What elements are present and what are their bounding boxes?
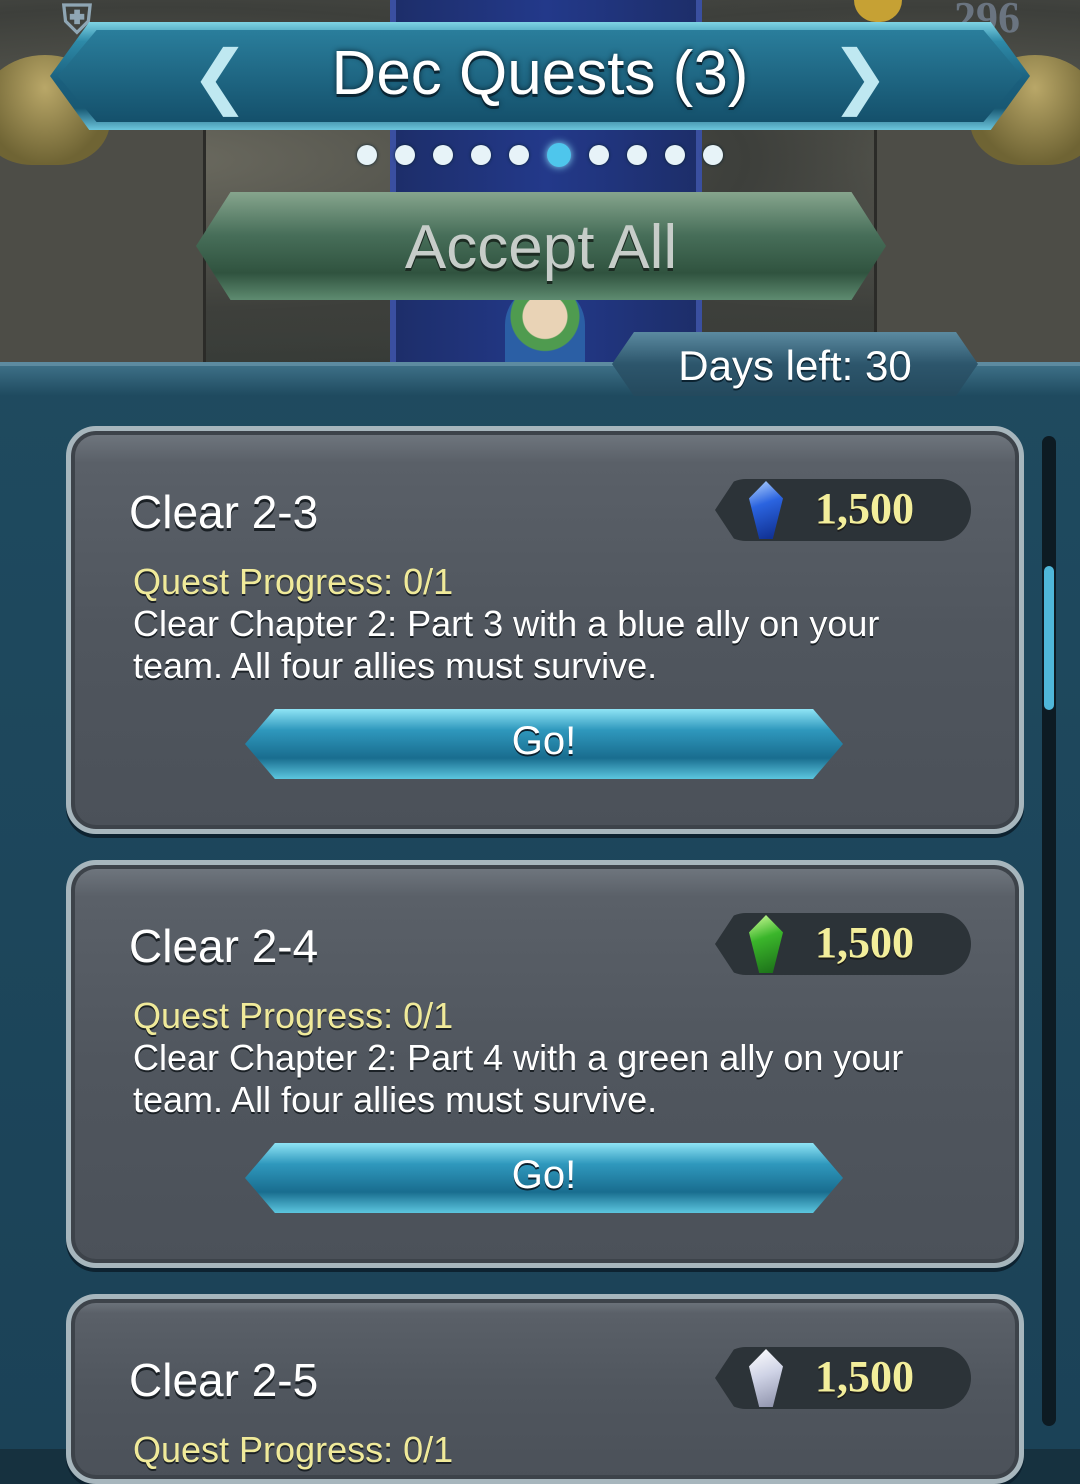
page-dot-3[interactable] [433,145,453,165]
reward-value: 1,500 [815,484,914,533]
page-dot-4[interactable] [471,145,491,165]
page-title: Dec Quests (3) [331,39,749,108]
quest-card: Clear 2-5 1,500 Quest Progress: 0/1 [66,1294,1024,1484]
page-dot-9[interactable] [665,145,685,165]
go-button[interactable] [245,1143,843,1213]
blue-orb-icon [749,481,783,539]
reward-badge: 1,500 [715,479,971,541]
quest-card: Clear 2-3 1,500 Quest Progress: 0/1 Clea… [66,426,1024,834]
quest-progress: Quest Progress: 0/1 [133,1429,454,1470]
go-button[interactable] [245,709,843,779]
page-dot-8[interactable] [627,145,647,165]
colorless-orb-icon [749,1349,783,1407]
page-dot-1[interactable] [357,145,377,165]
page-indicator [0,143,1080,169]
reward-badge: 1,500 [715,913,971,975]
accept-all-button[interactable] [196,192,886,300]
reward-value: 1,500 [815,918,914,967]
quest-title: Clear 2-4 [129,920,319,972]
days-left-label: Days left: 30 [678,342,912,389]
page-dot-6-active[interactable] [547,143,571,167]
green-orb-icon [749,915,783,973]
quest-progress: Quest Progress: 0/1 [133,561,454,602]
page-dot-7[interactable] [589,145,609,165]
quest-card: Clear 2-4 1,500 Quest Progress: 0/1 Clea… [66,860,1024,1268]
reward-badge: 1,500 [715,1347,971,1409]
page-dot-2[interactable] [395,145,415,165]
quest-progress: Quest Progress: 0/1 [133,995,454,1036]
quest-title: Clear 2-3 [129,486,319,538]
quest-title: Clear 2-5 [129,1354,319,1406]
page-dot-10[interactable] [703,145,723,165]
quest-description: Clear Chapter 2: Part 4 with a green all… [133,1037,904,1120]
scrollbar-thumb[interactable] [1044,566,1054,710]
quest-description: Clear Chapter 2: Part 3 with a blue ally… [133,603,880,686]
page-dot-5[interactable] [509,145,529,165]
reward-value: 1,500 [815,1352,914,1401]
